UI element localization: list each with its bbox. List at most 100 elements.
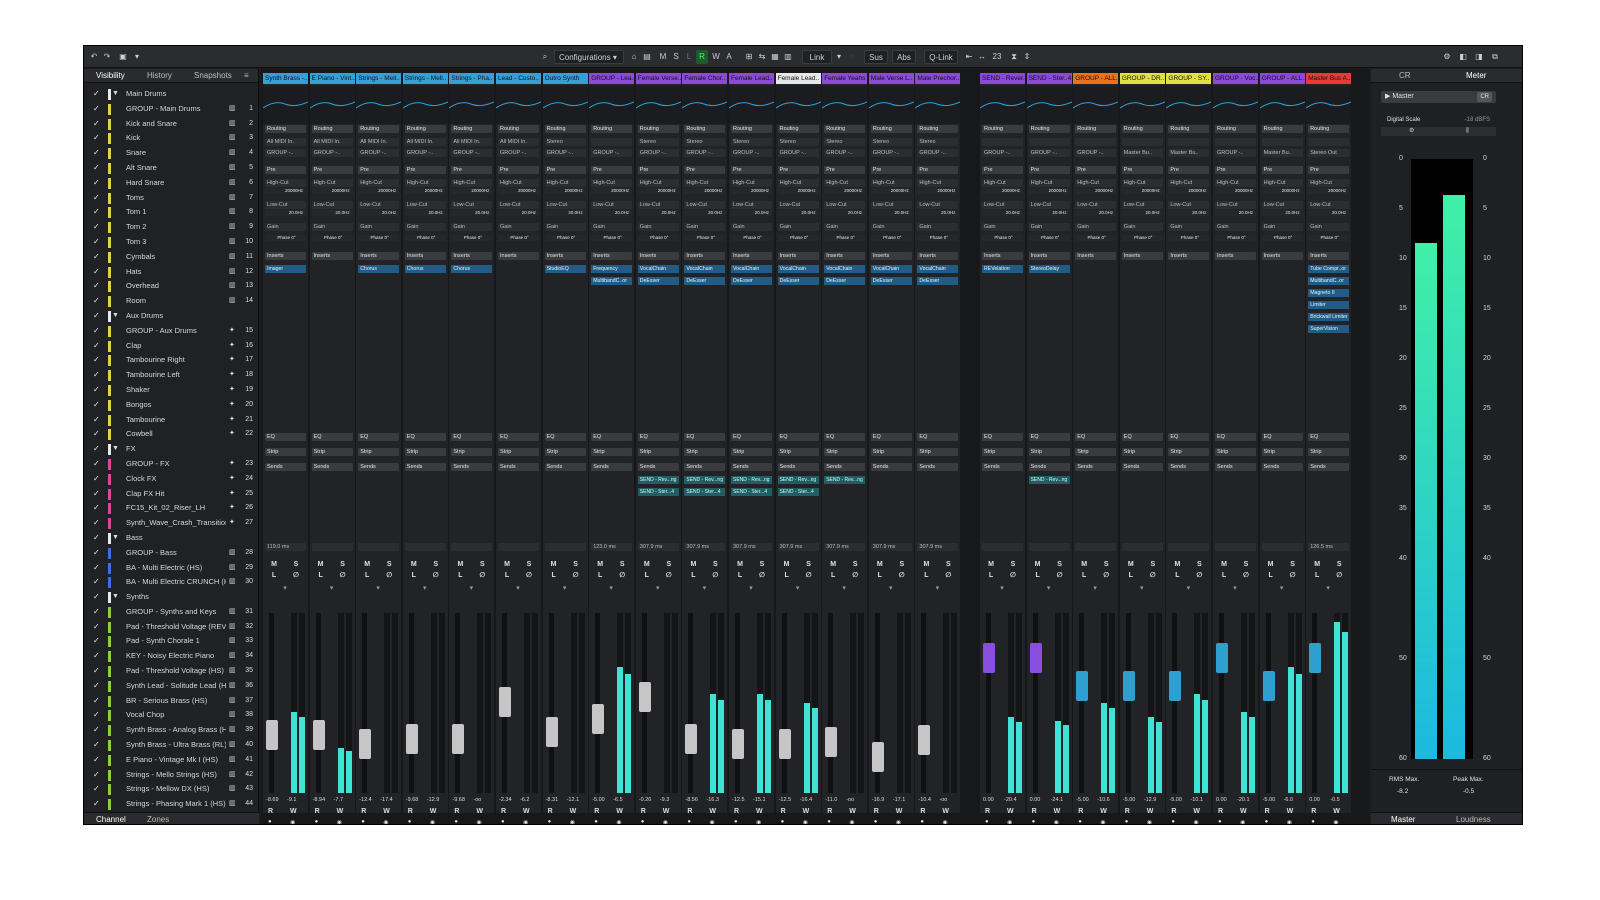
phase-button[interactable]: Phase 0° [637, 235, 679, 241]
lowcut-value[interactable]: 20.0Hz [1121, 210, 1163, 216]
highcut-value[interactable]: 20000Hz [824, 188, 866, 194]
monitor-icon[interactable]: ◉ [476, 819, 481, 824]
sends-header[interactable]: Sends [1215, 463, 1256, 471]
peak-value[interactable]: -17.4 [380, 797, 393, 803]
pre-button[interactable]: Pre [870, 166, 912, 174]
channel-name-top[interactable]: Female Verse.. [635, 73, 681, 84]
lowcut-label[interactable]: Low-Cut [311, 201, 353, 209]
check-icon[interactable]: ✓ [93, 324, 100, 339]
strip-button[interactable]: Strip [498, 448, 539, 456]
camera-icon[interactable]: ▣ [117, 50, 129, 64]
routing-button[interactable]: Routing [637, 125, 679, 133]
sends-header[interactable]: Sends [544, 463, 586, 471]
eq-button[interactable]: EQ [591, 433, 633, 441]
read-automation-button[interactable]: R [1032, 808, 1037, 815]
volume-value[interactable]: -12.5 [732, 797, 745, 803]
input-routing-select[interactable]: Stereo [777, 138, 819, 146]
visibility-row[interactable]: ✓ Strings - Mello Strings (HS) ▥ 42 [84, 768, 259, 783]
peak-value[interactable]: -7.7 [334, 797, 343, 803]
mute-button[interactable]: M [782, 561, 792, 569]
phase-button[interactable]: Phase 0° [777, 235, 819, 241]
lowcut-value[interactable]: 20.0Hz [1075, 210, 1117, 216]
eq-button[interactable]: EQ [1308, 433, 1350, 441]
highcut-label[interactable]: High-Cut [982, 179, 1023, 187]
highcut-label[interactable]: High-Cut [451, 179, 493, 187]
channel-name-top[interactable]: Strings - Mell.. [356, 73, 402, 84]
phase-button[interactable]: Phase 0° [1308, 235, 1350, 241]
listen-button[interactable]: L [828, 572, 838, 580]
mute-button[interactable]: M [921, 561, 931, 569]
check-icon[interactable]: ✓ [93, 797, 100, 812]
check-icon[interactable]: ✓ [93, 398, 100, 413]
gain-knob[interactable]: Gain [265, 223, 306, 231]
highcut-value[interactable]: 20000Hz [404, 188, 446, 194]
monitor-icon[interactable]: ◉ [1054, 819, 1059, 824]
pan-knob[interactable]: ▾ [466, 585, 476, 593]
monitor-icon[interactable]: ◉ [290, 819, 295, 824]
visibility-row[interactable]: ✓ Tom 1 ▥ 8 [84, 205, 259, 220]
volume-fader[interactable] [638, 682, 651, 713]
write-automation-button[interactable]: W [1147, 808, 1154, 815]
eq-button[interactable]: EQ [637, 433, 679, 441]
visibility-row[interactable]: ✓ GROUP - Aux Drums ✦ 15 [84, 324, 259, 339]
highcut-value[interactable]: 20000Hz [777, 188, 819, 194]
read-automation-button[interactable]: R [827, 808, 832, 815]
circle-icon[interactable]: ◌ [847, 50, 857, 64]
input-routing-select[interactable] [1075, 138, 1117, 146]
visibility-row[interactable]: ✓ KEY - Noisy Electric Piano ▥ 34 [84, 649, 259, 664]
write-automation-button[interactable]: W [896, 808, 903, 815]
lowcut-value[interactable]: 20.0Hz [982, 210, 1023, 216]
channel-name-top[interactable]: GROUP - ALL.. [1259, 73, 1305, 84]
insert-slot[interactable]: Magneto II [1308, 289, 1350, 297]
peak-value[interactable]: -12.9 [427, 797, 440, 803]
check-icon[interactable]: ✓ [93, 413, 100, 428]
read-automation-button[interactable]: R [594, 808, 599, 815]
monitor-icon[interactable]: ◉ [849, 819, 854, 824]
monitor-icon[interactable]: ◉ [803, 819, 808, 824]
check-icon[interactable]: ✓ [93, 191, 100, 206]
volume-fader[interactable] [685, 723, 698, 754]
listen-button[interactable]: L [549, 572, 559, 580]
channel-name-top[interactable]: Female Yeahs [822, 73, 868, 84]
mute-button[interactable]: M [1172, 561, 1182, 569]
output-routing-select[interactable]: GROUP -.. [265, 149, 306, 157]
gain-knob[interactable]: Gain [870, 223, 912, 231]
lowcut-value[interactable]: 20.0Hz [451, 210, 493, 216]
read-automation-button[interactable]: R [1078, 808, 1083, 815]
read-automation-button[interactable]: R [315, 808, 320, 815]
phase-button[interactable]: Phase 0° [684, 235, 726, 241]
delay-compensation[interactable]: 119.0 ms [265, 543, 306, 551]
delay-compensation[interactable] [544, 543, 586, 551]
gain-knob[interactable]: Gain [731, 223, 772, 231]
delay-compensation[interactable] [1075, 543, 1117, 551]
visibility-row[interactable]: ✓ Tambourine Right ✦ 17 [84, 353, 259, 368]
pre-button[interactable]: Pre [1261, 166, 1303, 174]
phase-invert-icon[interactable]: ∅ [1241, 572, 1251, 580]
visibility-row[interactable]: ✓ Synth Brass - Ultra Brass (RL) ▥ 40 [84, 738, 259, 753]
volume-fader[interactable] [778, 728, 791, 759]
folder-arrow-icon[interactable]: ▼ [112, 531, 119, 546]
strip-button[interactable]: Strip [591, 448, 633, 456]
menu-icon[interactable]: ≡ [244, 71, 249, 80]
strip-button[interactable]: Strip [1121, 448, 1163, 456]
phase-button[interactable]: Phase 0° [358, 235, 400, 241]
input-routing-select[interactable]: All MIDI In. [358, 138, 400, 146]
visibility-row[interactable]: ✓ Cymbals ▥ 11 [84, 250, 259, 265]
lowcut-label[interactable]: Low-Cut [684, 201, 726, 209]
check-icon[interactable]: ✓ [93, 383, 100, 398]
skip-icon[interactable]: ⇤ [964, 50, 974, 64]
inserts-header[interactable]: Inserts [1215, 252, 1256, 260]
listen-button[interactable]: L [642, 572, 652, 580]
peak-value[interactable]: -oo [846, 797, 854, 803]
output-routing-select[interactable]: GROUP -.. [824, 149, 866, 157]
channel-name-top[interactable]: Female Chor.. [682, 73, 728, 84]
inserts-header[interactable]: Inserts [358, 252, 400, 260]
delay-compensation[interactable] [982, 543, 1023, 551]
routing-button[interactable]: Routing [498, 125, 539, 133]
pre-button[interactable]: Pre [451, 166, 493, 174]
send-slot[interactable]: SEND - Rev...ng [824, 476, 866, 484]
insert-slot[interactable]: DeEsser [637, 277, 679, 285]
mute-button[interactable]: M [1266, 561, 1276, 569]
listen-button[interactable]: L [735, 572, 745, 580]
pre-button[interactable]: Pre [1075, 166, 1117, 174]
